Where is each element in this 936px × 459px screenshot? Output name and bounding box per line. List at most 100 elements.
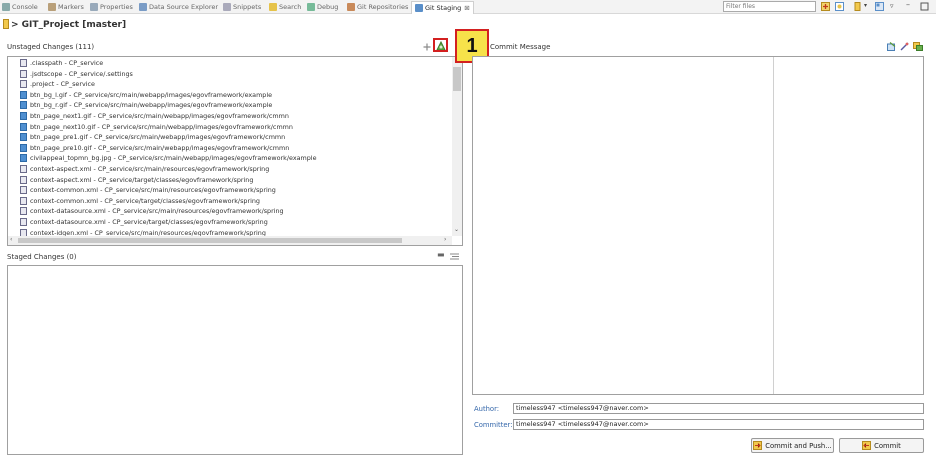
xml-file-icon xyxy=(20,175,27,184)
button-label: Commit and Push... xyxy=(765,441,832,450)
presentation-mode-icon[interactable] xyxy=(835,2,844,11)
author-label: Author: xyxy=(474,405,500,413)
chevron-right-icon[interactable]: › xyxy=(444,236,446,243)
layout-icon[interactable] xyxy=(875,2,884,11)
repository-icon xyxy=(3,19,9,29)
tab-label: Debug xyxy=(317,3,339,11)
change-id-icon[interactable] xyxy=(913,42,923,51)
scrollbar-thumb[interactable] xyxy=(453,67,461,91)
commit-button[interactable]: Commit xyxy=(839,438,924,453)
horizontal-scrollbar[interactable]: ‹ › xyxy=(8,236,452,245)
tab-search[interactable]: Search xyxy=(269,2,301,12)
unstaged-changes-header: Unstaged Changes (111) xyxy=(7,43,95,51)
list-item[interactable]: context-aspect.xml - CP_service/target/c… xyxy=(20,175,253,185)
list-item[interactable]: btn_page_next1.gif - CP_service/src/main… xyxy=(20,111,289,121)
list-item[interactable]: btn_page_next10.gif - CP_service/src/mai… xyxy=(20,122,293,132)
commit-and-push-button[interactable]: Commit and Push... xyxy=(751,438,834,453)
tab-data-source-explorer[interactable]: Data Source Explorer xyxy=(139,2,218,12)
collapse-icon[interactable]: ▬ xyxy=(437,250,445,259)
file-label: context-aspect.xml - CP_service/src/main… xyxy=(30,165,270,173)
tab-git-staging[interactable]: Git Staging ⊠ xyxy=(411,1,474,14)
page-title: > GIT_Project [master] xyxy=(11,20,127,30)
compare-icon[interactable] xyxy=(821,2,830,11)
tab-label: Git Staging xyxy=(425,4,462,12)
tab-snippets[interactable]: Snippets xyxy=(223,2,261,12)
list-item[interactable]: btn_page_pre1.gif - CP_service/src/main/… xyxy=(20,132,285,142)
tab-console[interactable]: Console xyxy=(2,2,38,12)
file-label: .classpath - CP_service xyxy=(30,59,104,67)
file-label: context-common.xml - CP_service/src/main… xyxy=(30,186,276,195)
tab-label: Markers xyxy=(58,3,84,11)
unstage-all-icon[interactable] xyxy=(450,253,459,260)
tab-debug[interactable]: Debug xyxy=(307,2,338,12)
list-item[interactable]: btn_page_pre10.gif - CP_service/src/main… xyxy=(20,143,289,153)
tab-properties[interactable]: Properties xyxy=(90,2,133,12)
list-item[interactable]: btn_bg_l.gif - CP_service/src/main/webap… xyxy=(20,90,272,100)
view-tab-bar: Console Markers Properties Data Source E… xyxy=(0,0,936,14)
filter-files-input[interactable]: Filter files xyxy=(723,1,816,12)
console-icon xyxy=(2,3,10,11)
chevron-down-icon[interactable]: ⌄ xyxy=(454,226,459,233)
commit-message-editor[interactable] xyxy=(472,56,924,395)
xml-file-icon xyxy=(20,165,27,173)
committer-label: Committer: xyxy=(474,421,513,429)
image-file-icon xyxy=(20,101,27,110)
staged-changes-header: Staged Changes (0) xyxy=(7,253,77,261)
debug-icon xyxy=(307,3,315,11)
tab-git-repositories[interactable]: Git Repositories xyxy=(347,2,408,12)
vertical-scrollbar[interactable]: ⌄ xyxy=(452,57,462,236)
image-file-icon xyxy=(20,90,27,99)
xml-file-icon xyxy=(20,69,27,78)
chevron-down-icon[interactable]: ▾ xyxy=(864,2,873,11)
tab-label: Search xyxy=(279,3,302,11)
file-label: context-common.xml - CP_service/target/c… xyxy=(30,196,260,205)
image-file-icon xyxy=(20,112,27,120)
unstaged-changes-list[interactable]: .classpath - CP_service .jsdtscope - CP_s… xyxy=(7,56,463,246)
list-item[interactable]: context-datasource.xml - CP_service/src/… xyxy=(20,206,284,216)
maximize-icon[interactable] xyxy=(920,2,929,11)
list-item[interactable]: context-datasource.xml - CP_service/targ… xyxy=(20,217,268,227)
xml-file-icon xyxy=(20,80,27,89)
list-item[interactable]: civilappeal_topmn_bg.jpg - CP_service/sr… xyxy=(20,153,317,163)
tab-label: Git Repositories xyxy=(357,3,409,11)
scrollbar-thumb[interactable] xyxy=(18,238,402,243)
stage-selected-icon[interactable] xyxy=(423,43,431,51)
repository-icon[interactable] xyxy=(853,2,862,11)
chevron-left-icon[interactable]: ‹ xyxy=(10,236,12,243)
list-item[interactable]: context-common.xml - CP_service/src/main… xyxy=(20,185,276,195)
file-label: btn_bg_r.gif - CP_service/src/main/webap… xyxy=(30,101,273,110)
xml-file-icon xyxy=(20,196,27,205)
data-source-icon xyxy=(139,3,147,11)
staged-changes-list[interactable] xyxy=(7,265,463,455)
file-label: .project - CP_service xyxy=(30,80,95,89)
amend-icon[interactable] xyxy=(887,42,896,51)
minimize-icon[interactable]: – xyxy=(906,1,915,11)
image-file-icon xyxy=(20,122,27,131)
close-icon[interactable]: ⊠ xyxy=(464,4,469,12)
file-label: btn_page_pre10.gif - CP_service/src/main… xyxy=(30,143,290,152)
list-item[interactable]: context-common.xml - CP_service/target/c… xyxy=(20,196,260,206)
signoff-icon[interactable] xyxy=(900,42,909,51)
commit-push-icon xyxy=(753,441,763,450)
list-item[interactable]: .classpath - CP_service xyxy=(20,58,103,68)
list-item[interactable]: btn_bg_r.gif - CP_service/src/main/webap… xyxy=(20,100,272,110)
snippets-icon xyxy=(223,3,231,11)
list-item[interactable]: .jsdtscope - CP_service/.settings xyxy=(20,69,133,79)
xml-file-icon xyxy=(20,207,27,216)
file-label: context-aspect.xml - CP_service/target/c… xyxy=(30,175,254,184)
markers-icon xyxy=(48,3,56,11)
author-field[interactable]: timeless947 <timeless947@naver.com> xyxy=(513,403,924,414)
file-label: btn_page_pre1.gif - CP_service/src/main/… xyxy=(30,133,286,142)
git-repositories-icon xyxy=(347,3,355,11)
list-item[interactable]: .project - CP_service xyxy=(20,79,95,89)
view-menu-icon[interactable]: ▿ xyxy=(890,2,899,11)
file-label: btn_bg_l.gif - CP_service/src/main/webap… xyxy=(30,90,273,99)
file-label: civilappeal_topmn_bg.jpg - CP_service/sr… xyxy=(30,154,317,163)
tab-markers[interactable]: Markers xyxy=(48,2,84,12)
image-file-icon xyxy=(20,154,27,163)
committer-field[interactable]: timeless947 <timeless947@naver.com> xyxy=(513,419,924,430)
list-item[interactable]: context-aspect.xml - CP_service/src/main… xyxy=(20,164,269,174)
file-label: btn_page_next1.gif - CP_service/src/main… xyxy=(30,112,289,120)
editor-ruler xyxy=(773,57,774,394)
file-label: context-datasource.xml - CP_service/src/… xyxy=(30,207,284,216)
